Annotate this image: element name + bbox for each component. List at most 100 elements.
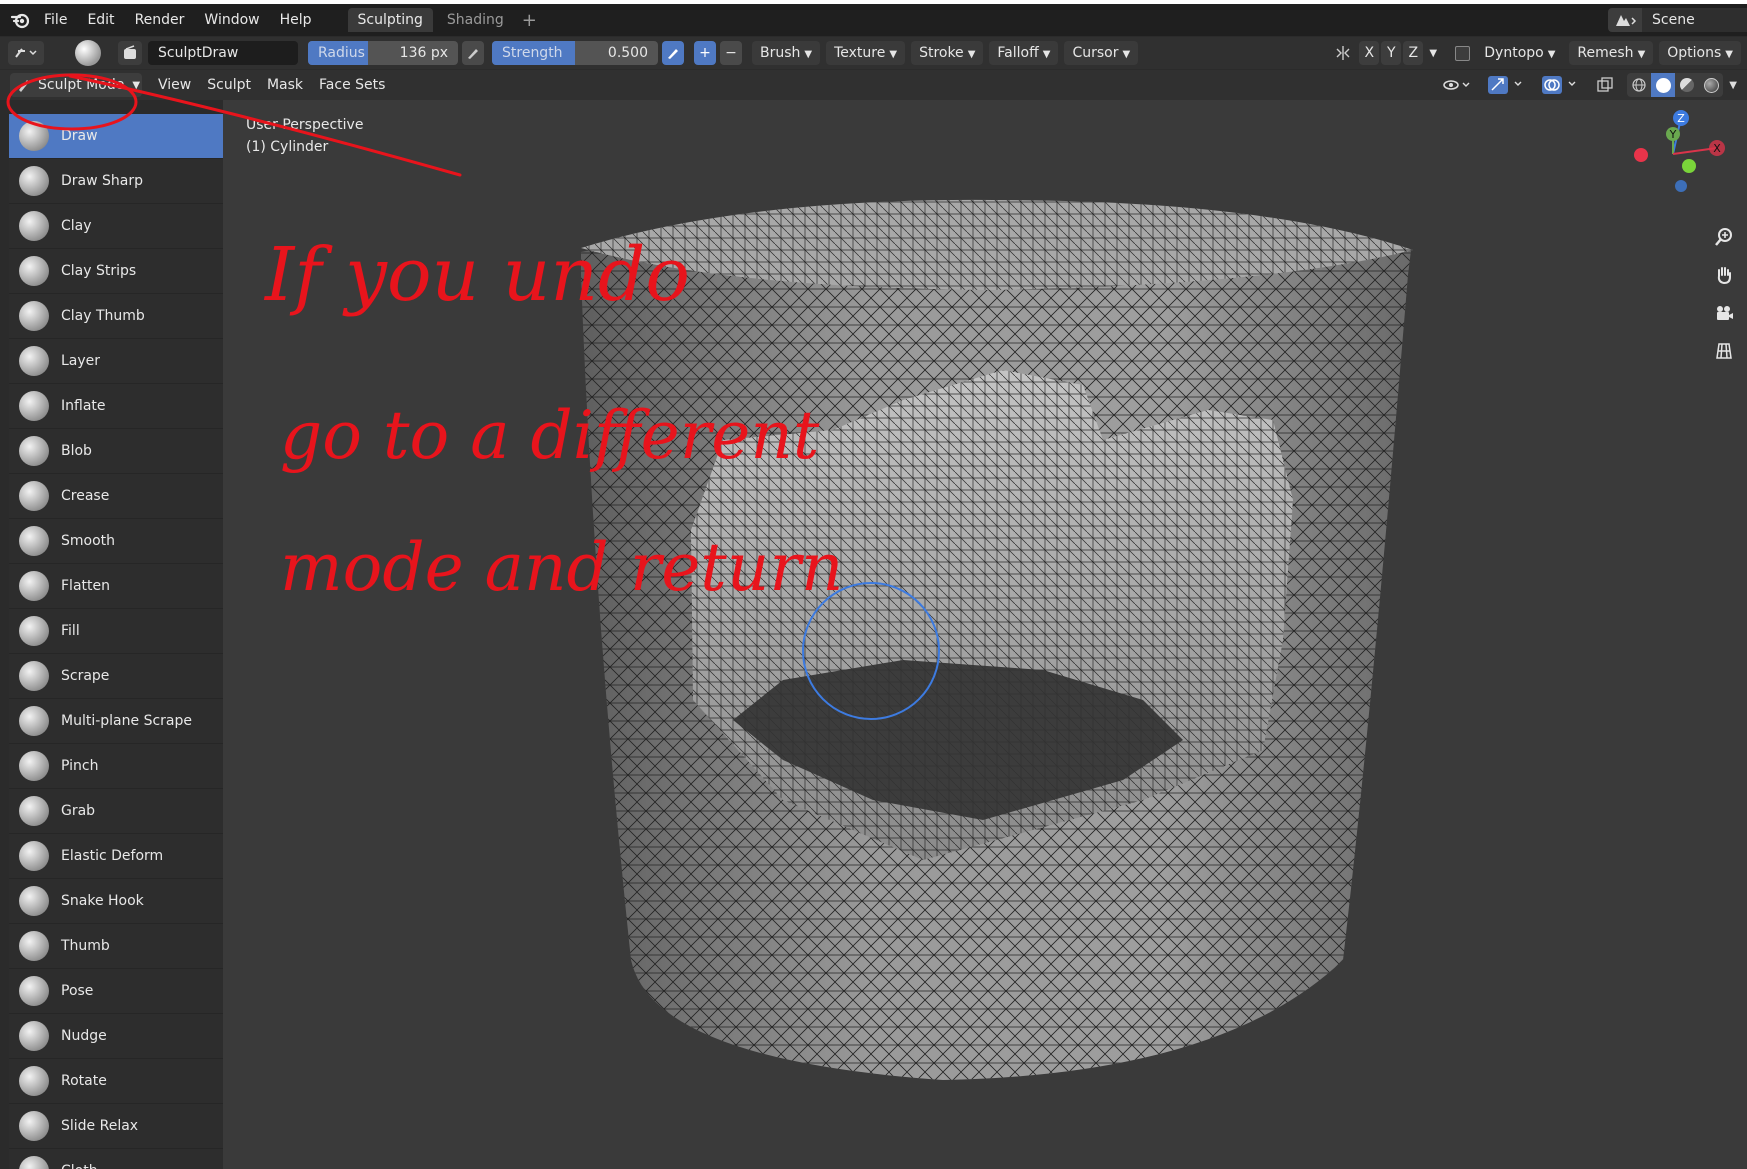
chevron-down-icon: ▼ (1042, 49, 1051, 60)
tab-shading[interactable]: Shading (437, 8, 514, 32)
menu-face-sets[interactable]: Face Sets (311, 70, 393, 100)
tool-grab[interactable]: Grab (9, 789, 223, 834)
visibility-icon[interactable] (1439, 73, 1475, 97)
tool-elastic-deform[interactable]: Elastic Deform (9, 834, 223, 879)
material-shading-icon[interactable] (1675, 78, 1699, 92)
tool-thumb[interactable]: Thumb (9, 924, 223, 969)
symmetry-x-toggle[interactable]: X (1359, 41, 1380, 65)
scene-selector[interactable]: Scene (1608, 8, 1747, 32)
menu-mask[interactable]: Mask (259, 70, 311, 100)
tool-clay-strips[interactable]: Clay Strips (9, 249, 223, 294)
brush-menu[interactable]: Brush ▼ (752, 41, 821, 65)
tool-rotate[interactable]: Rotate (9, 1059, 223, 1104)
dyntopo-menu[interactable]: Dyntopo ▼ (1476, 41, 1563, 65)
tool-label: Nudge (61, 1028, 107, 1044)
tool-label: Clay Thumb (61, 308, 145, 324)
gizmo-toggle-icon[interactable] (1485, 73, 1529, 97)
rendered-shading-icon[interactable] (1699, 77, 1723, 93)
tool-label: Rotate (61, 1073, 107, 1089)
active-object-label: (1) Cylinder (246, 139, 329, 155)
tool-settings-dropdown[interactable] (8, 41, 44, 65)
falloff-menu-label: Falloff (997, 45, 1039, 61)
radius-slider[interactable]: Radius 136 px (308, 41, 458, 65)
menu-window[interactable]: Window (194, 4, 269, 36)
brush-flatten-icon (19, 571, 49, 601)
tool-crease[interactable]: Crease (9, 474, 223, 519)
direction-subtract-button[interactable]: − (720, 41, 742, 65)
brush-preview-icon[interactable] (72, 39, 104, 67)
3d-viewport[interactable]: Z Y X User Perspective (1) Cylinder (223, 100, 1747, 1169)
menu-edit[interactable]: Edit (77, 4, 124, 36)
dyntopo-checkbox[interactable] (1455, 45, 1471, 61)
strength-pressure-icon[interactable] (662, 41, 684, 65)
tool-smooth[interactable]: Smooth (9, 519, 223, 564)
symmetry-z-toggle[interactable]: Z (1403, 41, 1424, 65)
mode-selector[interactable]: Sculpt Mode ▼ (10, 73, 142, 97)
tool-inflate[interactable]: Inflate (9, 384, 223, 429)
falloff-menu[interactable]: Falloff ▼ (989, 41, 1059, 65)
tool-flatten[interactable]: Flatten (9, 564, 223, 609)
menu-help[interactable]: Help (270, 4, 322, 36)
menu-render[interactable]: Render (125, 4, 195, 36)
menu-sculpt[interactable]: Sculpt (199, 70, 259, 100)
zoom-icon[interactable] (1709, 222, 1739, 252)
add-workspace-button[interactable]: + (522, 10, 537, 31)
tool-nudge[interactable]: Nudge (9, 1014, 223, 1059)
blender-logo-icon[interactable] (8, 7, 34, 33)
stroke-menu[interactable]: Stroke ▼ (911, 41, 984, 65)
menu-file[interactable]: File (34, 4, 77, 36)
tool-draw-sharp[interactable]: Draw Sharp (9, 159, 223, 204)
brush-type-icon[interactable] (118, 41, 142, 65)
cursor-menu-label: Cursor (1072, 45, 1119, 61)
viewport-info: User Perspective (1) Cylinder (246, 114, 363, 158)
menu-view[interactable]: View (150, 70, 199, 100)
tool-shelf: Draw Draw Sharp Clay Clay Strips Clay Thumb L… (9, 114, 223, 1169)
tool-clay-thumb[interactable]: Clay Thumb (9, 294, 223, 339)
ortho-grid-icon[interactable] (1709, 336, 1739, 366)
tool-clay[interactable]: Clay (9, 204, 223, 249)
pan-hand-icon[interactable] (1709, 260, 1739, 290)
tool-layer[interactable]: Layer (9, 339, 223, 384)
cursor-menu[interactable]: Cursor ▼ (1064, 41, 1139, 65)
tool-slide-relax[interactable]: Slide Relax (9, 1104, 223, 1149)
wireframe-shading-icon[interactable] (1627, 77, 1651, 93)
tool-cloth[interactable]: Cloth (9, 1149, 223, 1169)
scene-icon[interactable] (1608, 8, 1642, 32)
strength-value: 0.500 (607, 45, 648, 61)
options-menu[interactable]: Options ▼ (1659, 41, 1741, 65)
symmetry-icon[interactable] (1331, 41, 1355, 65)
tool-multi-plane-scrape[interactable]: Multi-plane Scrape (9, 699, 223, 744)
tool-pose[interactable]: Pose (9, 969, 223, 1014)
tool-snake-hook[interactable]: Snake Hook (9, 879, 223, 924)
axis-gizmo[interactable]: Z Y X (1634, 110, 1725, 192)
dyntopo-label: Dyntopo (1484, 45, 1544, 61)
tool-blob[interactable]: Blob (9, 429, 223, 474)
brush-nudge-icon (19, 1021, 49, 1051)
tool-fill[interactable]: Fill (9, 609, 223, 654)
tool-label: Inflate (61, 398, 106, 414)
radius-label: Radius (318, 45, 365, 61)
remesh-menu[interactable]: Remesh ▼ (1569, 41, 1654, 65)
sculpt-mesh-render[interactable]: Z Y X (223, 100, 1747, 1169)
tool-pinch[interactable]: Pinch (9, 744, 223, 789)
chevron-down-icon[interactable]: ▼ (1425, 41, 1441, 65)
tool-scrape[interactable]: Scrape (9, 654, 223, 699)
tab-sculpting[interactable]: Sculpting (347, 8, 433, 32)
strength-slider[interactable]: Strength 0.500 (492, 41, 658, 65)
brush-name-field[interactable]: SculptDraw (148, 41, 298, 65)
direction-add-button[interactable]: + (694, 41, 716, 65)
brush-layer-icon (19, 346, 49, 376)
solid-shading-icon[interactable] (1651, 73, 1676, 97)
camera-icon[interactable] (1709, 298, 1739, 328)
tool-draw[interactable]: Draw (9, 114, 223, 159)
symmetry-y-toggle[interactable]: Y (1381, 41, 1402, 65)
mode-label: Sculpt Mode (38, 77, 125, 93)
xray-toggle-icon[interactable] (1593, 73, 1617, 97)
tool-header-right: X Y Z ▼ Dyntopo ▼ Remesh ▼ Options ▼ (1331, 41, 1741, 65)
radius-pressure-icon[interactable] (462, 41, 484, 65)
texture-menu[interactable]: Texture ▼ (826, 41, 906, 65)
overlays-toggle-icon[interactable] (1539, 73, 1583, 97)
tool-label: Slide Relax (61, 1118, 139, 1134)
scene-name[interactable]: Scene (1642, 8, 1747, 32)
chevron-down-icon[interactable]: ▼ (1729, 80, 1737, 91)
